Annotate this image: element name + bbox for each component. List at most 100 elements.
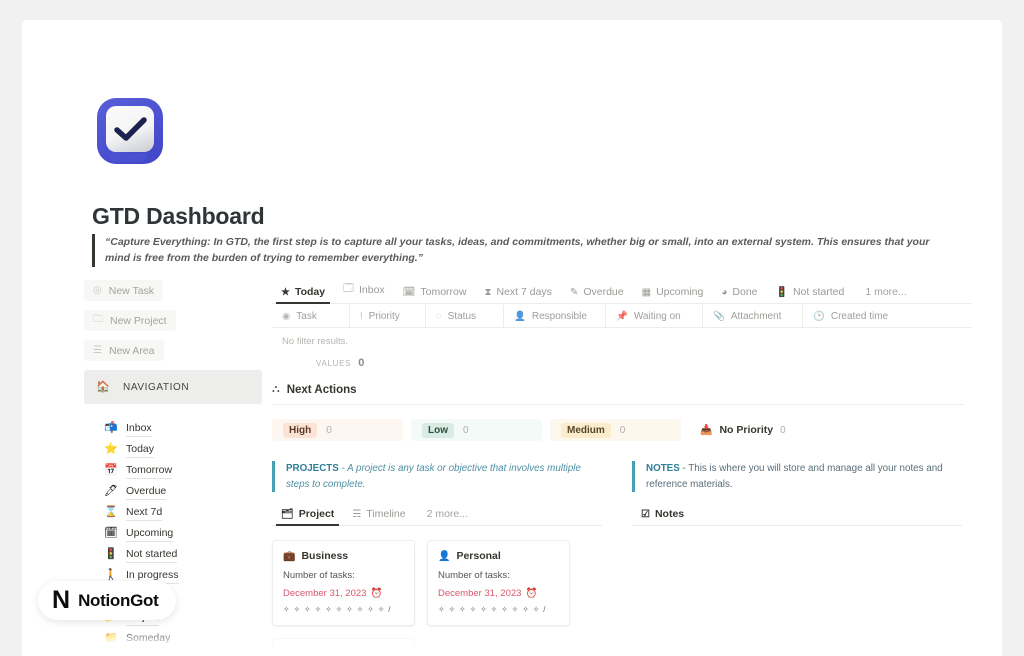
sidebar-item-label: Not started <box>126 546 178 563</box>
priority-group-no-priority[interactable]: 📥 No Priority 0 <box>689 419 829 441</box>
sidebar-item-label: Tomorrow <box>126 462 173 479</box>
checkbox-app-icon <box>94 95 166 167</box>
values-count: 0 <box>358 357 365 369</box>
property-priority[interactable]: ! Priority <box>350 304 426 328</box>
tab-label: Inbox <box>358 283 385 296</box>
tab-label: Not started <box>792 286 845 298</box>
no-filter-results-text: No filter results. <box>282 336 348 347</box>
main-content: ★ Today 🗔 Inbox 🗓 Tomorrow ⧗ Next 7 days <box>272 280 972 656</box>
star-icon: ★ <box>281 286 290 298</box>
tab-overdue[interactable]: ✎ Overdue <box>561 286 633 303</box>
property-status[interactable]: ◌ Status <box>426 304 504 328</box>
priority-chip: Medium <box>561 422 611 438</box>
project-card-title: Business <box>301 550 349 563</box>
new-task-label: New Task <box>108 284 155 297</box>
sidebar-item-inbox[interactable]: 📬 Inbox <box>84 418 264 439</box>
new-task-button[interactable]: ◎ New Task <box>84 280 164 301</box>
sidebar-item-next7d[interactable]: ⌛ Next 7d <box>84 502 264 523</box>
pen-icon: ✎ <box>569 286 579 298</box>
new-area-label: New Area <box>108 344 155 357</box>
status-spinner-icon: ◌ <box>436 310 442 322</box>
sidebar-item-label: Overdue <box>126 483 167 500</box>
tab-upcoming[interactable]: ▦ Upcoming <box>633 286 713 303</box>
page-root: GTD Dashboard “Capture Everything: In GT… <box>0 0 1024 656</box>
inbox-icon: 📬 <box>104 422 118 434</box>
sidebar-item-today[interactable]: ⭐ Today <box>84 439 264 460</box>
projects-more-tabs-button[interactable]: 2 more... <box>415 508 477 525</box>
traffic-light-icon: 🚦 <box>104 548 118 560</box>
sidebar-item-overdue[interactable]: 🖊 Overdue <box>84 481 264 502</box>
priority-groups: High 0 Low 0 Medium 0 📥 No Priority 0 <box>272 419 972 441</box>
tab-project[interactable]: 🗂 Project <box>272 508 343 527</box>
more-tabs-button[interactable]: 1 more... <box>853 286 915 303</box>
property-created-time[interactable]: 🕑 Created time <box>803 305 953 328</box>
project-card[interactable]: 💼 Business Number of tasks: December 31,… <box>272 540 415 627</box>
alarm-icon: ⏰ <box>370 588 383 600</box>
exclamation-icon: ! <box>360 310 363 322</box>
project-card-tasks-label: Number of tasks: <box>283 570 355 582</box>
tab-notes[interactable]: ☑ Notes <box>632 508 693 525</box>
tab-label: Next 7 days <box>496 286 552 298</box>
notion-page-card: GTD Dashboard “Capture Everything: In GT… <box>22 20 1002 656</box>
folder-icon: 🗂 <box>281 508 294 520</box>
priority-group-high[interactable]: High 0 <box>272 419 403 441</box>
notes-callout: NOTES - This is where you will store and… <box>632 461 962 493</box>
next-actions-header: ⛬ Next Actions <box>272 383 964 405</box>
quote-callout: “Capture Everything: In GTD, the first s… <box>92 234 952 267</box>
inbox-icon: 🗔 <box>343 283 354 294</box>
projects-callout-text: PROJECTS - A project is any task or obje… <box>286 461 602 492</box>
paperclip-icon: 📎 <box>713 310 725 322</box>
tab-label: Timeline <box>366 508 406 521</box>
tab-tomorrow[interactable]: 🗓 Tomorrow <box>394 286 476 303</box>
property-responsible[interactable]: 👤 Responsible <box>504 304 606 328</box>
hourglass-icon: ⌛ <box>104 506 118 518</box>
project-card-stars: ✧ ✧ ✧ ✧ ✧ ✧ ✧ ✧ ✧ ✧ / <box>438 605 547 615</box>
project-card[interactable]: 👤 Personal Number of tasks: December 31,… <box>427 540 570 627</box>
tab-done[interactable]: ◕ Done <box>712 286 766 303</box>
new-area-button[interactable]: ☰ New Area <box>84 340 164 361</box>
priority-count: 0 <box>326 424 332 436</box>
tab-not-started[interactable]: 🚦 Not started <box>767 286 854 303</box>
circle-plus-icon: ◎ <box>93 285 102 296</box>
property-task[interactable]: ◉ Task <box>272 304 350 328</box>
property-label: Status <box>447 310 477 322</box>
tab-label: Today <box>294 286 326 298</box>
notiongot-logo-icon: N <box>52 586 71 614</box>
sidebar-navigation-header[interactable]: 🏠 NAVIGATION <box>84 370 262 404</box>
checkmark-icon <box>114 117 147 141</box>
star-icon: ⭐ <box>104 443 118 455</box>
tab-today[interactable]: ★ Today <box>272 286 334 304</box>
bottom-fade <box>22 630 1002 656</box>
new-project-button[interactable]: 🗀 New Project <box>84 310 176 331</box>
property-attachment[interactable]: 📎 Attachment <box>703 304 803 328</box>
sidebar-item-label: Next 7d <box>126 504 163 521</box>
property-waiting-on[interactable]: 📌 Waiting on <box>606 304 703 328</box>
notes-view-tabs: ☑ Notes <box>632 504 962 527</box>
projects-view-tabs: 🗂 Project ☴ Timeline 2 more... <box>272 504 602 527</box>
sidebar-item-not-started[interactable]: 🚦 Not started <box>84 544 264 565</box>
inbox-icon: 📥 <box>700 424 713 436</box>
tab-label: Upcoming <box>656 286 704 298</box>
project-card-date: December 31, 2023 ⏰ <box>438 588 559 599</box>
sidebar-item-label: Today <box>126 441 155 458</box>
tab-next-7-days[interactable]: ⧗ Next 7 days <box>475 286 560 303</box>
priority-group-medium[interactable]: Medium 0 <box>550 419 681 441</box>
date-text: December 31, 2023 <box>438 588 522 600</box>
clock-icon: 🕑 <box>813 310 825 322</box>
folder-icon: 🗀 <box>93 314 103 325</box>
timeline-icon: ☴ <box>352 508 362 520</box>
sidebar-item-label: Upcoming <box>126 525 174 542</box>
tab-timeline[interactable]: ☴ Timeline <box>343 508 414 525</box>
priority-count: 0 <box>463 424 469 436</box>
project-card-date: December 31, 2023 ⏰ <box>283 588 404 599</box>
priority-label: No Priority <box>719 424 774 436</box>
sidebar-item-tomorrow[interactable]: 📅 Tomorrow <box>84 460 264 481</box>
projects-notes-columns: PROJECTS - A project is any task or obje… <box>272 461 972 656</box>
priority-group-low[interactable]: Low 0 <box>411 419 542 441</box>
sidebar-item-upcoming[interactable]: 🗓 Upcoming <box>84 523 264 544</box>
date-text: December 31, 2023 <box>283 588 367 600</box>
quote-text: “Capture Everything: In GTD, the first s… <box>105 236 930 265</box>
tab-inbox[interactable]: 🗔 Inbox <box>334 281 394 303</box>
project-card-title: Personal <box>456 550 501 563</box>
traffic-light-icon: 🚦 <box>775 286 788 298</box>
